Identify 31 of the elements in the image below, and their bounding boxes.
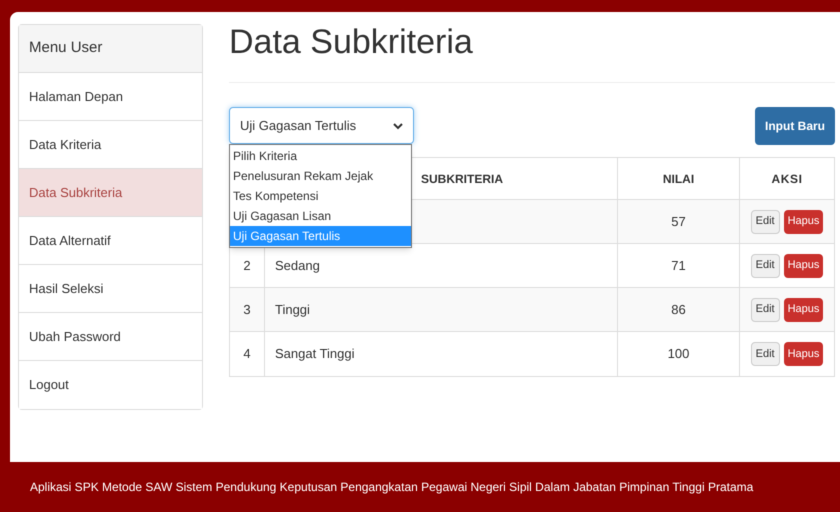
table-cell-text: 71 — [671, 256, 686, 275]
delete-button[interactable]: Hapus — [784, 254, 824, 278]
table-cell-text: Sedang — [275, 256, 320, 275]
column-header: NILAI — [618, 158, 740, 199]
footer-text: Aplikasi SPK Metode SAW Sistem Pendukung Keputusan Pengangkatan Pegawai Negeri Sipil Dalam Jabatan Pimpinan Tinggi Pratama — [30, 479, 754, 496]
delete-button[interactable]: Hapus — [784, 342, 824, 366]
column-header: AKSI — [770, 170, 804, 188]
edit-button[interactable]: Edit — [750, 210, 780, 234]
delete-button[interactable]: Hapus — [784, 298, 824, 322]
dropdown-option[interactable]: Pilih Kriteria — [230, 146, 411, 166]
dropdown-option[interactable]: Uji Gagasan Lisan — [230, 206, 411, 226]
table-cell-text: Sangat Tinggi — [275, 345, 355, 364]
table-cell-text: 57 — [671, 212, 686, 231]
edit-button[interactable]: Edit — [750, 254, 780, 278]
table-cell-text: 2 — [243, 256, 251, 275]
table-cell-text: 86 — [671, 300, 686, 319]
edit-button[interactable]: Edit — [750, 298, 780, 322]
table-cell-text: Tinggi — [275, 300, 310, 319]
dropdown-option[interactable]: Tes Kompetensi — [230, 186, 411, 206]
dropdown-option[interactable]: Penelusuran Rekam Jejak — [230, 166, 411, 186]
edit-button[interactable]: Edit — [750, 342, 780, 366]
delete-button[interactable]: Hapus — [784, 210, 824, 234]
chevron-down-icon — [393, 122, 403, 130]
sidebar-title: Menu User — [19, 25, 202, 73]
page-title: Data Subkriteria — [229, 22, 835, 83]
sidebar-item[interactable]: Data Subkriteria — [19, 169, 202, 217]
criteria-select[interactable]: Uji Gagasan Tertulis — [229, 107, 414, 144]
table-cell-text: 100 — [668, 345, 690, 364]
table-cell-text: 4 — [243, 345, 251, 364]
new-button[interactable]: Input Baru — [755, 107, 835, 145]
table-cell-text: 3 — [243, 300, 251, 319]
